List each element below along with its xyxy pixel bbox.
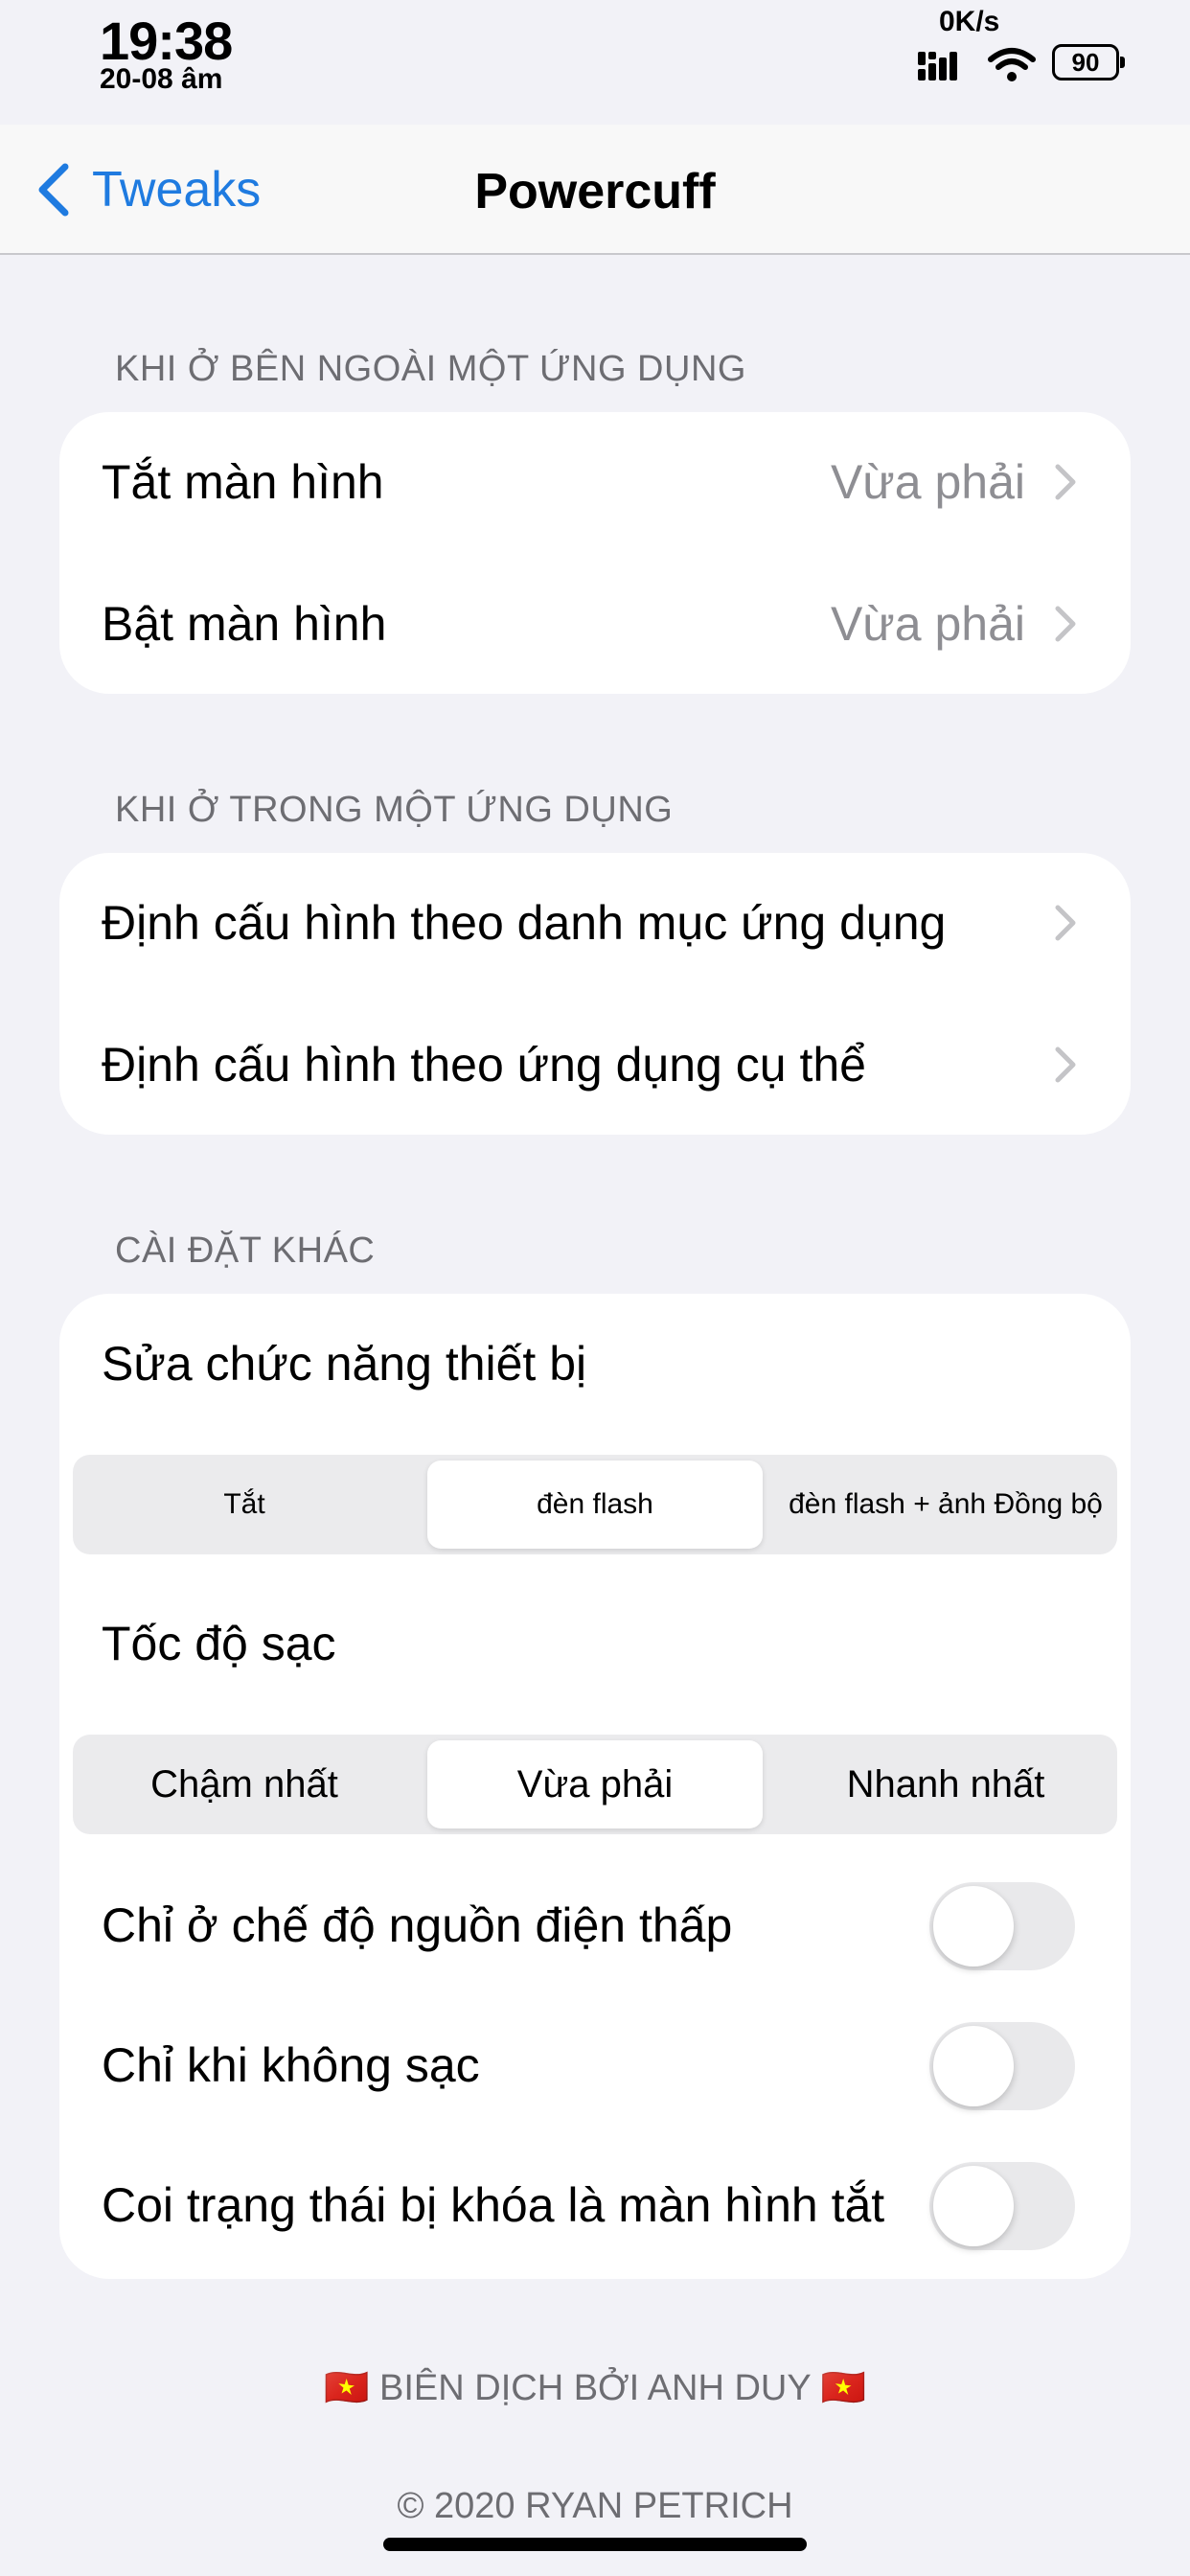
row-label: Chỉ ở chế độ nguồn điện thấp [102, 1898, 733, 1952]
section-header-other: CÀI ĐẶT KHÁC [115, 1230, 376, 1271]
copyright-text: © 2020 RYAN PETRICH [397, 2486, 793, 2526]
charge-speed-segmented-control: Chậm nhất Vừa phải Nhanh nhất [73, 1735, 1117, 1834]
segment-option-selected[interactable]: đèn flash [427, 1460, 763, 1549]
chevron-right-icon [1055, 606, 1076, 642]
row-value: Vừa phải [830, 597, 1025, 651]
device-function-segmented-control: Tắt đèn flash đèn flash + ảnh Đồng bộ [73, 1455, 1117, 1554]
row-label: Sửa chức năng thiết bị [102, 1337, 587, 1391]
translator-credit: 🇻🇳 BIÊN DỊCH BỞI ANH DUY 🇻🇳 [324, 2368, 866, 2408]
row-charge-speed: Tốc độ sạc [59, 1574, 1131, 1714]
segment-option[interactable]: Tắt [77, 1460, 412, 1549]
segment-option[interactable]: đèn flash + ảnh Đồng bộ [778, 1460, 1113, 1549]
navigation-bar: Tweaks Powercuff [0, 125, 1190, 255]
row-locked-as-screen-off: Coi trạng thái bị khóa là màn hình tắt [59, 2135, 1131, 2275]
row-config-by-category[interactable]: Định cấu hình theo danh mục ứng dụng [59, 853, 1131, 993]
chevron-right-icon [1055, 464, 1076, 500]
segment-option[interactable]: Nhanh nhất [778, 1740, 1113, 1828]
row-not-charging-only: Chỉ khi không sạc [59, 1995, 1131, 2135]
page-title: Powercuff [474, 164, 716, 219]
status-date: 20-08 âm [100, 63, 223, 95]
low-power-only-toggle[interactable] [929, 1882, 1075, 1970]
outside-card: Tắt màn hình Vừa phải Bật màn hình Vừa p… [59, 412, 1131, 694]
toggle-knob [933, 1886, 1014, 1966]
row-label: Định cấu hình theo ứng dụng cụ thể [102, 1038, 866, 1092]
row-label: Coi trạng thái bị khóa là màn hình tắt [102, 2178, 885, 2232]
row-config-by-app[interactable]: Định cấu hình theo ứng dụng cụ thể [59, 995, 1131, 1135]
wifi-icon [988, 48, 1036, 81]
section-header-outside: KHI Ở BÊN NGOÀI MỘT ỨNG DỤNG [115, 349, 746, 389]
not-charging-only-toggle[interactable] [929, 2022, 1075, 2110]
row-value: Vừa phải [830, 455, 1025, 509]
cellular-signal-icon [918, 52, 957, 80]
segment-option-selected[interactable]: Vừa phải [427, 1740, 763, 1828]
row-screen-on[interactable]: Bật màn hình Vừa phải [59, 554, 1131, 694]
section-header-inside: KHI Ở TRONG MỘT ỨNG DỤNG [115, 790, 674, 830]
row-low-power-only: Chỉ ở chế độ nguồn điện thấp [59, 1855, 1131, 1995]
row-label: Định cấu hình theo danh mục ứng dụng [102, 896, 947, 950]
row-screen-off[interactable]: Tắt màn hình Vừa phải [59, 412, 1131, 552]
network-speed: 0K/s [939, 6, 1000, 37]
row-device-function: Sửa chức năng thiết bị [59, 1294, 1131, 1434]
toggle-knob [933, 2166, 1014, 2246]
locked-as-screen-off-toggle[interactable] [929, 2162, 1075, 2250]
row-label: Tốc độ sạc [102, 1617, 336, 1670]
row-label: Tắt màn hình [102, 455, 384, 509]
row-label: Chỉ khi không sạc [102, 2038, 480, 2092]
row-label: Bật màn hình [102, 597, 387, 651]
segment-option[interactable]: Chậm nhất [77, 1740, 412, 1828]
chevron-right-icon [1055, 905, 1076, 941]
toggle-knob [933, 2026, 1014, 2106]
battery-icon: 90 [1052, 44, 1125, 82]
inside-card: Định cấu hình theo danh mục ứng dụng Địn… [59, 853, 1131, 1135]
chevron-right-icon [1055, 1046, 1076, 1083]
status-bar: 19:38 20-08 âm 0K/s 90 [0, 0, 1190, 125]
battery-level: 90 [1052, 44, 1119, 80]
home-indicator[interactable] [383, 2538, 807, 2551]
other-card: Sửa chức năng thiết bị Tắt đèn flash đèn… [59, 1294, 1131, 2279]
